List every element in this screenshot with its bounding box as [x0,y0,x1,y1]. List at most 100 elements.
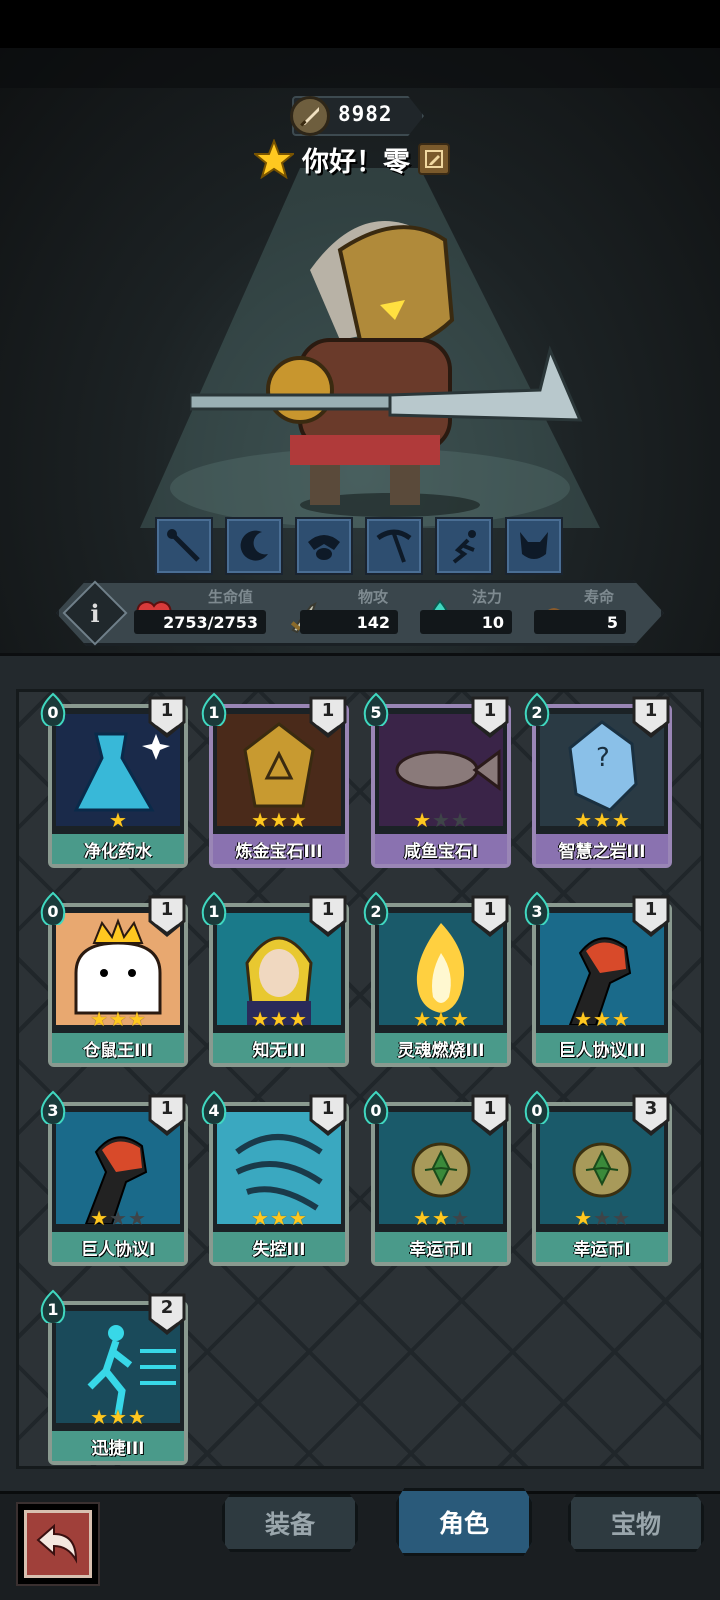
card-12[interactable]: ★ ★ ★ 幸运币I 0 3 [524,1090,672,1266]
card-name: 净化药水 [52,834,184,864]
atk-value: 142 [300,610,398,634]
star-icon: ★ [611,808,630,832]
card-name: 巨人协议I [52,1232,184,1262]
card-name: 巨人协议III [536,1033,668,1063]
star-icon: ★ [270,808,288,832]
star-icon: ★ [90,1405,109,1429]
card-1[interactable]: ★ 净化药水 0 1 [40,692,188,868]
star-icon: ★ [432,1007,450,1031]
skill-slot-5[interactable] [435,517,493,575]
card-5[interactable]: ★ ★ ★ 仓鼠王III 0 1 [40,891,188,1067]
card-stars: ★ ★ ★ [48,1208,188,1228]
star-icon: ★ [574,808,593,832]
star-icon: ★ [413,1007,432,1031]
card-cost: 0 [531,1100,543,1120]
card-level: 1 [483,1097,497,1119]
info-button[interactable]: i [72,590,118,636]
card-name: 幸运币II [375,1232,507,1262]
crescent-skill-icon [240,530,268,561]
card-cost: 5 [370,702,382,722]
card-stars: ★ [48,810,188,830]
greeting-row: 你好！零 [254,136,450,182]
back-button[interactable] [16,1502,100,1586]
card-4[interactable]: ? ★ ★ ★ 智慧之岩III 2 1 [524,692,672,868]
hp-label: 生命值 [208,588,254,606]
dash-skill-icon [452,530,476,564]
star-icon: ★ [288,1206,307,1230]
card-stars: ★ ★ ★ [209,1208,349,1228]
card-cost: 1 [208,702,220,722]
card-stars: ★ ★ ★ [48,1407,188,1427]
card-stars: ★ ★ ★ [532,1208,672,1228]
card-level: 2 [160,1296,174,1318]
pickaxe-skill-icon [376,529,412,563]
staff-skill-icon [167,529,200,562]
card-cost: 1 [47,1299,59,1319]
skill-slot-4[interactable] [365,517,423,575]
skill-slot-6[interactable] [505,517,563,575]
star-icon: ★ [611,1007,630,1031]
hp-value: 2753/2753 [134,610,266,634]
star-icon: ★ [574,1206,593,1230]
card-cost: 3 [531,901,543,921]
star-icon: ★ [574,1007,593,1031]
combat-power-value: 8982 [338,102,393,126]
sword-power-icon [290,96,330,136]
card-cost: 4 [208,1100,220,1120]
star-icon: ★ [127,1007,146,1031]
star-icon: ★ [288,808,307,832]
card-name: 迅捷III [52,1431,184,1461]
card-level: 1 [321,1097,335,1119]
card-level: 1 [160,898,174,920]
card-3[interactable]: ★ ★ ★ 咸鱼宝石I 5 1 [363,692,511,868]
card-2[interactable]: ★ ★ ★ 炼金宝石III 1 1 [201,692,349,868]
star-icon: ★ [251,1007,270,1031]
star-icon: ★ [270,1007,288,1031]
star-icon: ★ [611,1206,630,1230]
card-10[interactable]: ★ ★ ★ 失控III 4 1 [201,1090,349,1266]
card-7[interactable]: ★ ★ ★ 灵魂燃烧III 2 1 [363,891,511,1067]
card-cost: 0 [47,901,59,921]
card-level: 1 [644,898,658,920]
card-8[interactable]: ★ ★ ★ 巨人协议III 3 1 [524,891,672,1067]
star-icon: ★ [109,808,127,832]
card-cost: 1 [208,901,220,921]
star-icon: ★ [450,1007,469,1031]
star-icon: ★ [450,808,469,832]
star-icon: ★ [90,1206,109,1230]
card-stars: ★ ★ ★ [371,810,511,830]
card-name: 智慧之岩III [536,834,668,864]
card-stars: ★ ★ ★ [532,1009,672,1029]
card-6[interactable]: ★ ★ ★ 知无III 1 1 [201,891,349,1067]
card-11[interactable]: ★ ★ ★ 幸运币II 0 1 [363,1090,511,1266]
card-name: 失控III [213,1232,345,1262]
star-icon: ★ [109,1206,127,1230]
star-icon: ★ [270,1206,288,1230]
card-13[interactable]: ★ ★ ★ 迅捷III 1 2 [40,1289,188,1465]
star-icon: ★ [593,808,611,832]
edit-name-button[interactable] [418,143,450,175]
star-icon: ★ [413,808,432,832]
tab-equipment[interactable]: 装备 [222,1494,358,1552]
card-cost: 2 [370,901,382,921]
card-stars: ★ ★ ★ [532,810,672,830]
card-9[interactable]: ★ ★ ★ 巨人协议I 3 1 [40,1090,188,1266]
card-stars: ★ ★ ★ [371,1208,511,1228]
skill-slot-2[interactable] [225,517,283,575]
pencil-icon [425,150,443,168]
card-stars: ★ ★ ★ [209,1009,349,1029]
card-stars: ★ ★ ★ [209,810,349,830]
tab-character[interactable]: 角色 [396,1488,532,1556]
star-icon: ★ [593,1206,611,1230]
demon-skill-icon [520,532,548,559]
card-name: 仓鼠王III [52,1033,184,1063]
hero-character [190,221,583,517]
star-icon [254,139,294,179]
star-icon: ★ [251,1206,270,1230]
tab-treasure[interactable]: 宝物 [568,1494,704,1552]
star-icon: ★ [90,1007,109,1031]
skill-slot-1[interactable] [155,517,213,575]
skill-slot-3[interactable] [295,517,353,575]
card-stars: ★ ★ ★ [371,1009,511,1029]
svg-text:?: ? [596,743,610,773]
